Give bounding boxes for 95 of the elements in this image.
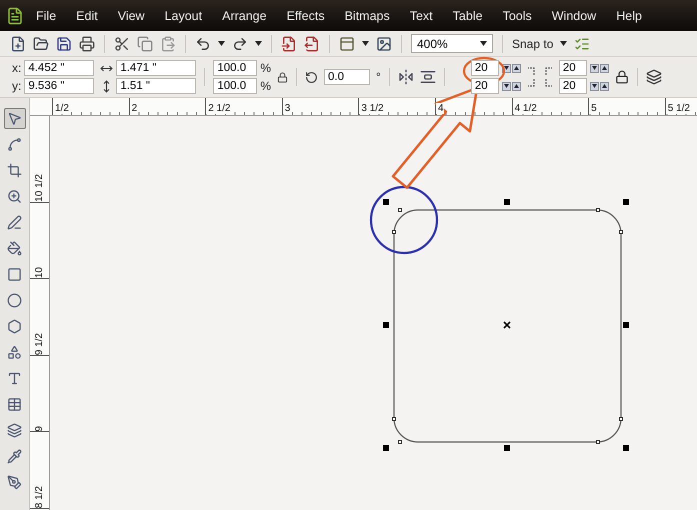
ruler-label: 4 1/2: [512, 103, 537, 114]
menu-item[interactable]: File: [36, 8, 56, 22]
window-icon[interactable]: [339, 36, 355, 52]
menu-item[interactable]: Window: [552, 8, 596, 22]
spin-up-button[interactable]: [512, 64, 521, 72]
copy-icon[interactable]: [137, 36, 153, 52]
selection-handle[interactable]: [383, 445, 389, 451]
spin-up-button[interactable]: [600, 64, 609, 72]
folder-icon[interactable]: [33, 36, 49, 52]
checklist-icon[interactable]: [574, 36, 590, 52]
selection-handle[interactable]: [504, 445, 510, 451]
selection-handle[interactable]: [504, 199, 510, 205]
ruler-label: 8 1/2: [34, 484, 45, 508]
menu-item[interactable]: Table: [452, 8, 483, 22]
node-marker[interactable]: [596, 208, 600, 212]
ruler-label: 2 1/2: [206, 103, 230, 114]
menu-item[interactable]: Effects: [286, 8, 325, 22]
ruler-label: 5 1/2: [666, 103, 690, 114]
percent-label: %: [260, 61, 272, 75]
ruler-label: 9: [34, 424, 45, 432]
y-label: y:: [12, 79, 22, 93]
degree-label: °: [376, 70, 381, 84]
center-cross-icon: [503, 321, 511, 329]
corner-radius-field[interactable]: 20: [470, 78, 499, 94]
menu-item[interactable]: Layout: [164, 8, 202, 22]
selection-handle[interactable]: [383, 199, 389, 205]
selection-handle[interactable]: [623, 322, 629, 328]
spin-up-button[interactable]: [512, 82, 521, 90]
x-label: x:: [12, 61, 22, 75]
spin-up-button[interactable]: [600, 82, 609, 90]
menu-item[interactable]: Tools: [502, 8, 532, 22]
node-marker[interactable]: [392, 230, 396, 234]
ruler-label: 4: [436, 103, 444, 114]
x-field[interactable]: 4.452 ": [24, 60, 94, 76]
ruler-label: 10 1/2: [34, 172, 45, 202]
ruler-label: 10: [34, 266, 45, 278]
width-field[interactable]: 1.471 ": [116, 60, 196, 76]
scale-x-field[interactable]: 100.0: [213, 60, 258, 76]
caret-icon: [218, 41, 225, 46]
menu-item[interactable]: View: [118, 8, 145, 22]
lock-icon[interactable]: [277, 72, 288, 82]
ruler-label: 3: [282, 103, 290, 114]
spin-down-button[interactable]: [590, 82, 599, 90]
rotate-icon: [305, 70, 318, 84]
snap-to-button[interactable]: Snap to: [512, 36, 554, 50]
node-marker[interactable]: [596, 440, 600, 444]
spin-down-button[interactable]: [502, 82, 511, 90]
corner-radius-field[interactable]: 20: [558, 60, 587, 76]
caret-icon: [362, 41, 369, 46]
ruler-label: 1/2: [53, 103, 69, 114]
ruler-label: 3 1/2: [359, 103, 384, 114]
caret-icon: [255, 41, 262, 46]
new-file-icon[interactable]: [10, 36, 26, 52]
node-marker[interactable]: [619, 230, 623, 234]
corner-radius-field[interactable]: 20: [470, 60, 499, 76]
import-icon[interactable]: [281, 36, 297, 52]
mirror-icon[interactable]: [398, 69, 414, 85]
export-icon[interactable]: [304, 36, 320, 52]
height-field[interactable]: 1.51 ": [116, 78, 196, 94]
node-marker[interactable]: [398, 208, 402, 212]
layers-icon[interactable]: [646, 69, 662, 85]
spin-down-button[interactable]: [590, 64, 599, 72]
app-logo-icon: [6, 6, 24, 24]
menu-item[interactable]: Text: [410, 8, 433, 22]
menu-item[interactable]: Bitmaps: [344, 8, 390, 22]
picture-icon[interactable]: [376, 36, 392, 52]
redo-icon[interactable]: [232, 36, 248, 52]
scale-y-field[interactable]: 100.0: [213, 78, 258, 94]
pointer-icon[interactable]: [4, 108, 26, 129]
rotation-field[interactable]: 0.0: [324, 69, 370, 85]
ruler-label: 5: [589, 103, 597, 114]
corner-radius-field[interactable]: 20: [558, 78, 587, 94]
caret-icon: [480, 41, 487, 46]
percent-label: %: [260, 79, 272, 93]
caret-icon: [560, 41, 568, 46]
ruler-label: 9 1/2: [34, 332, 45, 355]
zoom-dropdown[interactable]: 400%: [411, 34, 493, 53]
ruler-label: 2: [130, 103, 138, 114]
menu-item[interactable]: Arrange: [222, 8, 267, 22]
print-icon[interactable]: [79, 36, 95, 52]
align-icon[interactable]: [420, 69, 436, 85]
undo-icon[interactable]: [195, 36, 211, 52]
menu-item[interactable]: Help: [616, 8, 642, 22]
node-marker[interactable]: [398, 440, 402, 444]
node-marker[interactable]: [392, 417, 396, 421]
lock-icon[interactable]: [614, 70, 629, 84]
save-icon[interactable]: [56, 36, 72, 52]
selection-handle[interactable]: [623, 445, 629, 451]
scissors-icon[interactable]: [114, 36, 130, 52]
highlight-circle: [370, 186, 438, 254]
selection-handle[interactable]: [383, 322, 389, 328]
selection-handle[interactable]: [623, 199, 629, 205]
menu-item[interactable]: Edit: [76, 8, 98, 22]
y-field[interactable]: 9.536 ": [24, 78, 94, 94]
node-marker[interactable]: [619, 417, 623, 421]
